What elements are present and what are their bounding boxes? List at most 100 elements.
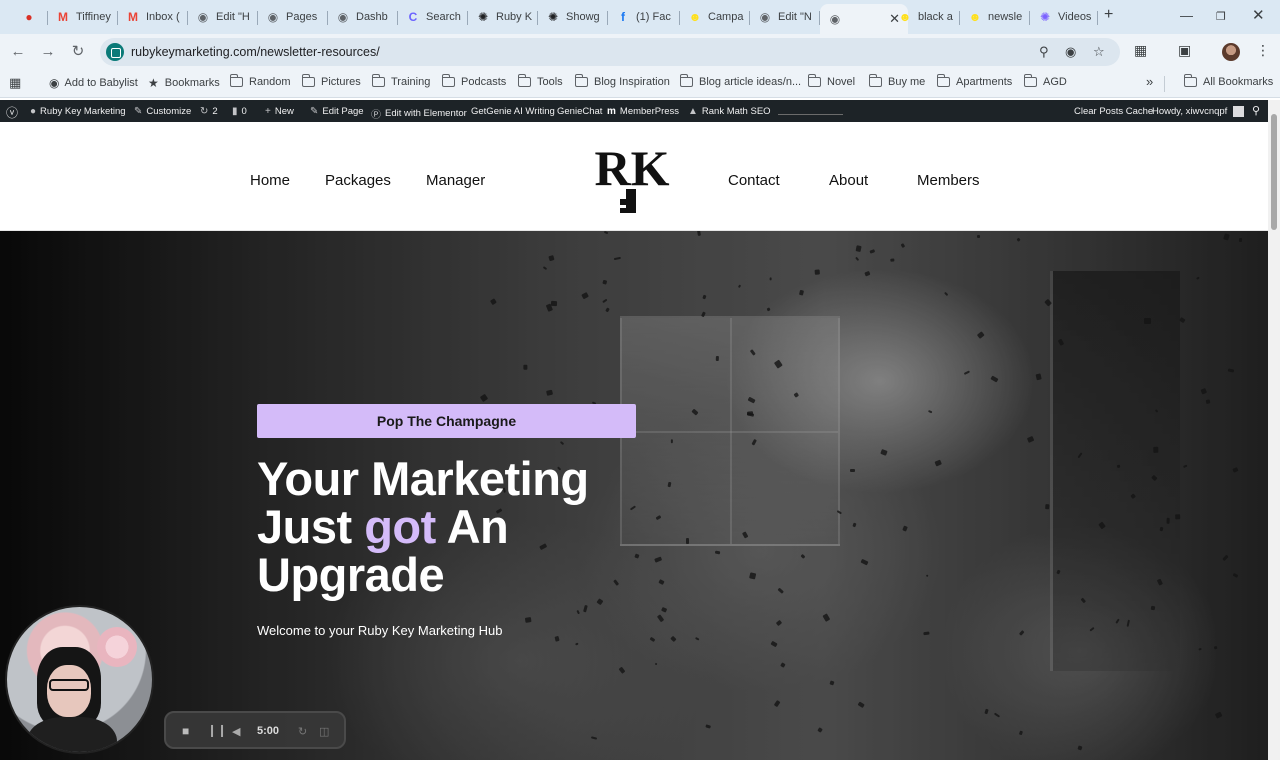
bookmark-item[interactable]: Blog article ideas/n... [679, 74, 801, 88]
headline-line-3: Upgrade [257, 548, 445, 601]
profile-avatar[interactable] [1222, 43, 1240, 61]
address-bar[interactable]: rubykeymarketing.com/newsletter-resource… [100, 38, 1120, 66]
back-icon[interactable]: ← [8, 42, 28, 62]
browser-tab[interactable]: ☻ newsle [960, 4, 1030, 30]
wp-clear-cache-label: Clear Posts Cache [1074, 106, 1154, 117]
close-window-icon[interactable]: ✕ [1252, 6, 1265, 24]
nav-manager[interactable]: Manager [426, 172, 485, 189]
tab-title: Search [426, 11, 461, 23]
bookmark-item[interactable]: Podcasts [441, 74, 506, 88]
nav-about[interactable]: About [829, 172, 868, 189]
apps-grid-icon[interactable]: ▦ [9, 75, 21, 91]
folder-icon [441, 74, 455, 87]
wp-new-link[interactable]: + New [265, 106, 294, 117]
browser-tab[interactable]: ☻ Campa [680, 4, 750, 30]
dashboard-icon: ● [30, 106, 37, 117]
bookmark-item[interactable]: Novel [807, 74, 855, 88]
browser-tab[interactable]: ☻ black a [890, 4, 960, 30]
bookmark-star-icon[interactable]: ☆ [1093, 44, 1105, 60]
tracking-eye-off-icon[interactable]: ◉ [1065, 44, 1076, 60]
wp-rankmath-link[interactable]: ▲ Rank Math SEO [688, 106, 771, 117]
extensions-icon[interactable]: ▦ [1134, 42, 1147, 59]
wp-geniechat-link[interactable]: GenieChat [557, 106, 602, 117]
browser-tab[interactable]: C Search [398, 4, 468, 30]
webcam-bubble[interactable] [5, 605, 154, 754]
site-info-icon[interactable] [106, 43, 124, 61]
all-bookmarks-folder[interactable]: All Bookmarks [1183, 74, 1274, 88]
forward-icon[interactable]: → [38, 42, 58, 62]
wp-getgenie-link[interactable]: GetGenie AI Writing [471, 106, 555, 117]
brush-icon: ✎ [134, 106, 143, 117]
browser-tab[interactable]: ◉ Edit "N [750, 4, 820, 30]
nav-home[interactable]: Home [250, 172, 290, 189]
browser-tab[interactable]: M Tiffiney [48, 4, 118, 30]
wp-edit-page-link[interactable]: ✎ Edit Page [310, 106, 364, 117]
new-tab-button[interactable]: + [1104, 6, 1113, 24]
confetti-piece [1159, 526, 1163, 531]
wp-updates-link[interactable]: ↻ 2 [200, 106, 218, 117]
bookmarks-overflow-button[interactable]: » [1146, 74, 1153, 89]
url-text[interactable]: rubykeymarketing.com/newsletter-resource… [131, 45, 380, 59]
confetti-piece [1175, 514, 1181, 520]
cast-icon[interactable]: ▣ [1178, 42, 1191, 59]
wp-account-link[interactable]: Howdy, xiwvcnqpf [1152, 106, 1245, 117]
wp-comments-link[interactable]: ▮ 0 [232, 106, 247, 117]
minimize-icon[interactable]: — [1180, 8, 1193, 23]
browser-tab[interactable]: f (1) Fac [608, 4, 680, 30]
wp-admin-bar: ⓥ ● Ruby Key Marketing ✎ Customize ↻ 2 ▮ 0 +… [0, 100, 1268, 122]
bookmark-item[interactable]: ★ Bookmarks [148, 76, 220, 90]
scrollbar-thumb[interactable] [1271, 114, 1277, 230]
zoom-icon[interactable]: ⚲ [1039, 44, 1049, 60]
nav-packages[interactable]: Packages [325, 172, 391, 189]
bookmark-item[interactable]: ◉ Add to Babylist [49, 76, 138, 90]
menu-icon[interactable]: ⋮ [1256, 42, 1270, 59]
wp-site-link[interactable]: ● Ruby Key Marketing [30, 106, 126, 117]
browser-tab[interactable]: ✺ Videos [1030, 4, 1098, 30]
browser-tab[interactable]: ◉ Dashb [328, 4, 398, 30]
webcam-background-flowers [97, 627, 137, 667]
browser-tab[interactable]: ✺ Ruby K [468, 4, 538, 30]
bookmark-item[interactable]: Random [229, 74, 291, 88]
bookmark-item[interactable]: Training [371, 74, 430, 88]
wp-clear-cache-link[interactable]: Clear Posts Cache [1074, 106, 1153, 117]
nav-members[interactable]: Members [917, 172, 980, 189]
restart-icon[interactable]: ↻ [298, 725, 307, 738]
trash-icon[interactable]: ◫ [319, 725, 329, 738]
pause-icon[interactable]: ❙❙ [207, 723, 227, 737]
bookmark-item[interactable]: Tools [517, 74, 563, 88]
confetti-piece [525, 616, 532, 623]
confetti-piece [798, 289, 804, 296]
wordpress-logo-icon[interactable]: ⓥ [6, 104, 18, 121]
mailchimp-icon: ☻ [898, 10, 912, 24]
bookmark-item[interactable]: Pictures [301, 74, 361, 88]
stop-icon[interactable]: ■ [182, 724, 189, 738]
gmail-icon: M [58, 10, 68, 24]
folder-icon [301, 74, 315, 87]
browser-tab[interactable]: ✺ Showg [538, 4, 608, 30]
plus-icon: + [265, 106, 271, 117]
browser-tab[interactable]: M Inbox ( [118, 4, 188, 30]
wp-search-icon[interactable]: ⚲ [1252, 104, 1260, 117]
mute-icon[interactable]: ◀ [232, 725, 240, 738]
bookmark-item[interactable]: Apartments [936, 74, 1012, 88]
nav-contact[interactable]: Contact [728, 172, 780, 189]
site-logo[interactable]: RK [592, 139, 672, 219]
browser-tab[interactable]: ◉ Edit "H [188, 4, 258, 30]
bookmark-item[interactable]: Blog Inspiration [574, 74, 670, 88]
openai-icon: ✺ [547, 10, 559, 24]
bookmark-item[interactable]: AGD [1023, 74, 1067, 88]
reload-icon[interactable]: ↻ [68, 42, 88, 62]
wp-elementor-link[interactable]: Ⓟ Edit with Elementor [371, 106, 467, 121]
wp-customize-link[interactable]: ✎ Customize [134, 106, 191, 117]
browser-tab[interactable]: ◉ Pages [258, 4, 328, 30]
globe-icon: ◉ [759, 10, 771, 24]
bookmark-item[interactable]: Buy me [868, 74, 925, 88]
folder-icon [936, 74, 950, 87]
restore-icon[interactable]: ❐ [1216, 10, 1226, 23]
browser-tab[interactable]: ● [14, 4, 48, 30]
confetti-piece [1144, 317, 1151, 324]
all-bookmarks-label: All Bookmarks [1203, 76, 1274, 88]
page-scrollbar[interactable] [1268, 100, 1280, 760]
confetti-piece [769, 277, 772, 281]
wp-memberpress-link[interactable]: m MemberPress [607, 106, 679, 117]
